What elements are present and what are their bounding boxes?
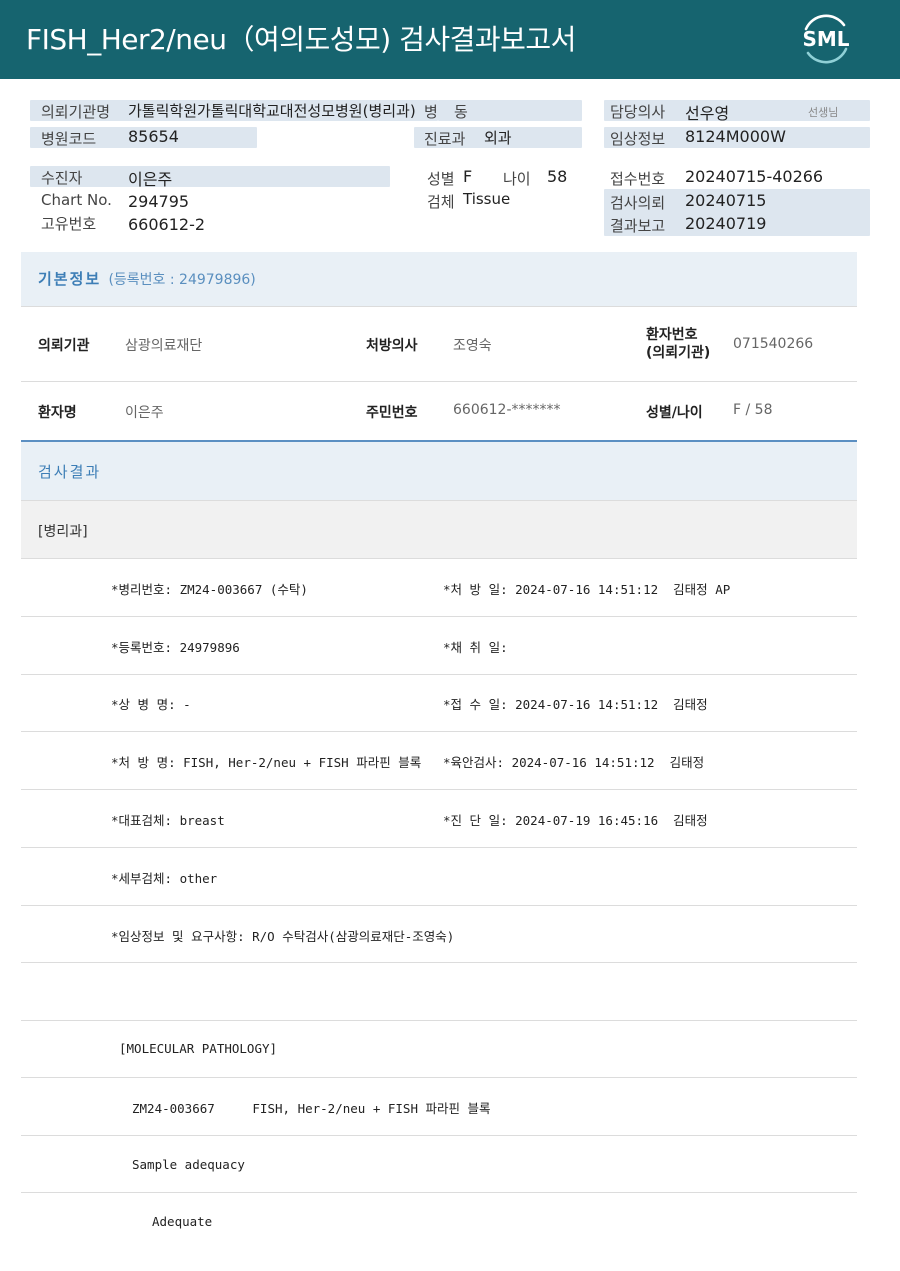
patient-number-label: 환자번호 (의뢰기관)	[646, 327, 711, 361]
receipt-date: *접 수 일: 2024-07-16 14:51:12 김태정	[443, 697, 708, 712]
basic-info-band: 기본정보 (등록번호 : 24979896)	[21, 252, 857, 306]
age-label: 나이	[503, 170, 531, 188]
sample-adequacy-label: Sample adequacy	[132, 1157, 245, 1172]
divider	[21, 1077, 857, 1078]
divider	[21, 847, 857, 848]
divider	[21, 1192, 857, 1193]
divider	[21, 789, 857, 790]
clinical-label: 임상정보	[610, 130, 666, 148]
receipt-label: 접수번호	[610, 170, 666, 188]
specimen-value: Tissue	[463, 190, 511, 208]
divider	[21, 962, 857, 963]
divider	[21, 1020, 857, 1021]
sample-adequacy-value: Adequate	[152, 1214, 213, 1229]
clinical-request: *임상정보 및 요구사항: R/O 수탁검사(삼광의료재단-조영숙)	[111, 929, 455, 944]
hospital-code-value: 85654	[128, 127, 179, 146]
divider	[21, 616, 857, 617]
doctor-suffix: 선생님	[808, 106, 839, 119]
collection-date: *채 취 일:	[443, 640, 508, 655]
unique-no-label: 고유번호	[41, 215, 97, 233]
department-band: [병리과]	[21, 501, 857, 558]
results-title: 검사결과	[38, 463, 102, 481]
org-label: 의뢰기관	[38, 338, 90, 354]
sex-label: 성별	[427, 170, 455, 188]
clinical-value: 8124M000W	[685, 127, 786, 146]
sex-age-label: 성별/나이	[646, 405, 703, 421]
request-value: 20240715	[685, 191, 767, 210]
report-header: FISH_Her2/neu（여의도성모) 검사결과보고서 SML	[0, 0, 900, 79]
prescriber-value: 조영숙	[453, 338, 492, 354]
sex-age-value: F / 58	[733, 402, 773, 418]
divider	[21, 905, 857, 906]
report-value: 20240719	[685, 214, 767, 233]
rrn-value: 660612-*******	[453, 402, 561, 418]
basic-info-title: 기본정보 (등록번호 : 24979896)	[38, 270, 256, 288]
divider	[21, 674, 857, 675]
registration-number: *등록번호: 24979896	[111, 640, 240, 655]
divider	[21, 558, 857, 559]
hospital-code-label: 병원코드	[41, 130, 97, 148]
divider	[21, 1135, 857, 1136]
pathology-number: *병리번호: ZM24-003667 (수탁)	[111, 582, 308, 597]
patient-name-label: 환자명	[38, 405, 77, 421]
sml-logo: SML	[798, 13, 854, 65]
results-band: 검사결과	[21, 442, 857, 500]
order-date: *처 방 일: 2024-07-16 14:51:12 김태정 AP	[443, 582, 731, 597]
representative-specimen: *대표검체: breast	[111, 813, 225, 828]
department-label: [병리과]	[38, 524, 88, 540]
ward-label: 병	[424, 103, 438, 121]
patient-bar	[30, 166, 390, 187]
order-name: *처 방 명: FISH, Her-2/neu + FISH 파라핀 블록	[111, 755, 422, 770]
patient-number-value: 071540266	[733, 336, 814, 352]
report-title: FISH_Her2/neu（여의도성모) 검사결과보고서	[26, 23, 576, 56]
chart-no-value: 294795	[128, 192, 190, 211]
diagnosis-date: *진 단 일: 2024-07-19 16:45:16 김태정	[443, 813, 708, 828]
prescriber-label: 처방의사	[366, 338, 418, 354]
rrn-label: 주민번호	[366, 405, 418, 421]
patient-name-value: 이은주	[125, 405, 164, 421]
patient-value: 이은주	[128, 170, 173, 189]
request-label: 검사의뢰	[610, 194, 666, 212]
doctor-label: 담당의사	[610, 103, 666, 121]
logo-text: SML	[802, 27, 849, 51]
divider	[21, 306, 857, 307]
receipt-value: 20240715-40266	[685, 167, 824, 186]
patient-label: 수진자	[41, 169, 83, 187]
molecular-pathology-line: ZM24-003667 FISH, Her-2/neu + FISH 파라핀 블…	[132, 1101, 491, 1116]
dept-label: 진료과	[424, 130, 466, 148]
gross-exam-date: *육안검사: 2024-07-16 14:51:12 김태정	[443, 755, 705, 770]
divider	[21, 731, 857, 732]
doctor-value: 선우영	[685, 104, 730, 123]
sex-value: F	[463, 167, 473, 186]
org-value: 삼광의료재단	[125, 338, 203, 354]
chart-no-label: Chart No.	[41, 191, 112, 209]
req-org-value: 가톨릭학원가톨릭대학교대전성모병원(병리과)	[128, 102, 416, 120]
report-label: 결과보고	[610, 217, 666, 235]
unique-no-value: 660612-2	[128, 215, 206, 234]
diagnosis-name: *상 병 명: -	[111, 697, 191, 712]
detail-specimen: *세부검체: other	[111, 871, 218, 886]
ward-value: 동	[454, 103, 468, 121]
specimen-label: 검체	[427, 193, 455, 211]
molecular-pathology-header: [MOLECULAR PATHOLOGY]	[119, 1041, 278, 1056]
age-value: 58	[547, 167, 568, 186]
basic-info-subtitle: (등록번호 : 24979896)	[108, 272, 256, 288]
dept-value: 외과	[484, 129, 512, 147]
req-org-label: 의뢰기관명	[41, 103, 111, 121]
divider	[21, 381, 857, 382]
